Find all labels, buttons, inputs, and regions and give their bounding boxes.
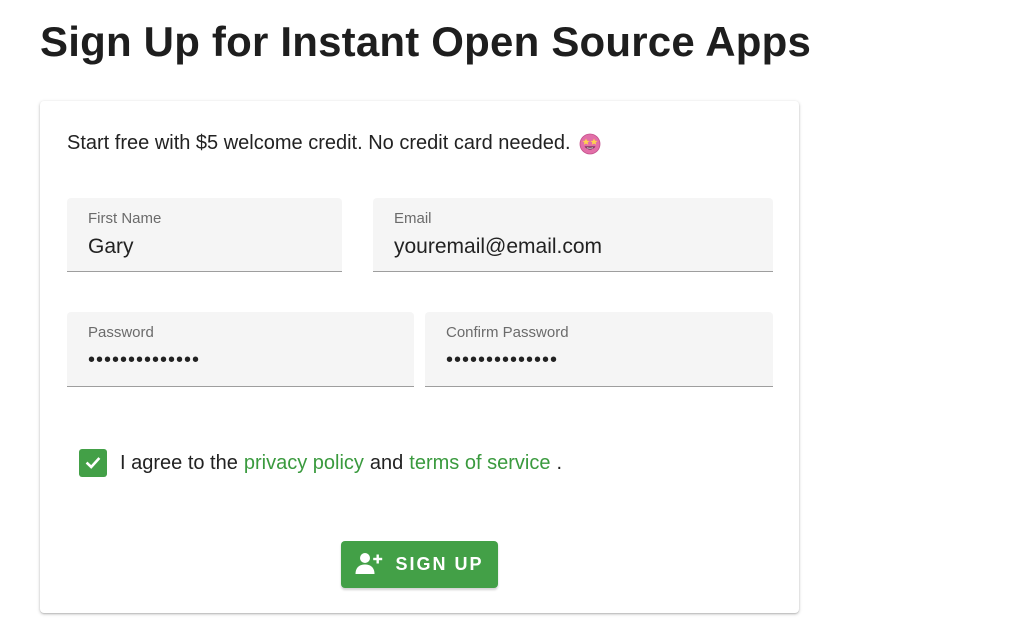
terms-of-service-link[interactable]: terms of service (409, 452, 550, 475)
password-field[interactable]: Password (67, 312, 414, 387)
password-input[interactable] (88, 349, 393, 372)
intro-message: Start free with $5 welcome credit. No cr… (67, 132, 601, 155)
first-name-field[interactable]: First Name (67, 198, 342, 272)
agree-checkbox[interactable] (79, 449, 107, 477)
agreement-suffix: . (556, 451, 563, 474)
agreement-row: I agree to the privacy policy and terms … (79, 449, 562, 477)
agreement-middle: and (369, 451, 404, 474)
confirm-password-field[interactable]: Confirm Password (425, 312, 773, 387)
confirm-password-label: Confirm Password (446, 324, 569, 341)
person-add-icon (355, 551, 385, 578)
page-title: Sign Up for Instant Open Source Apps (40, 18, 812, 65)
email-field[interactable]: Email (373, 198, 773, 272)
confirm-password-input[interactable] (446, 349, 752, 372)
email-input[interactable] (394, 235, 752, 259)
first-name-label: First Name (88, 210, 162, 227)
sign-up-label: SIGN UP (395, 554, 484, 574)
star-struck-emoji-icon (579, 133, 601, 155)
privacy-policy-link[interactable]: privacy policy (244, 452, 364, 475)
signup-card: Start free with $5 welcome credit. No cr… (40, 101, 799, 613)
intro-text: Start free with $5 welcome credit. No cr… (67, 132, 571, 154)
agreement-prefix: I agree to the (120, 451, 238, 474)
first-name-input[interactable] (88, 235, 321, 259)
password-label: Password (88, 324, 154, 341)
checkmark-icon (85, 457, 101, 469)
sign-up-button[interactable]: SIGN UP (341, 541, 498, 588)
email-label: Email (394, 210, 432, 227)
